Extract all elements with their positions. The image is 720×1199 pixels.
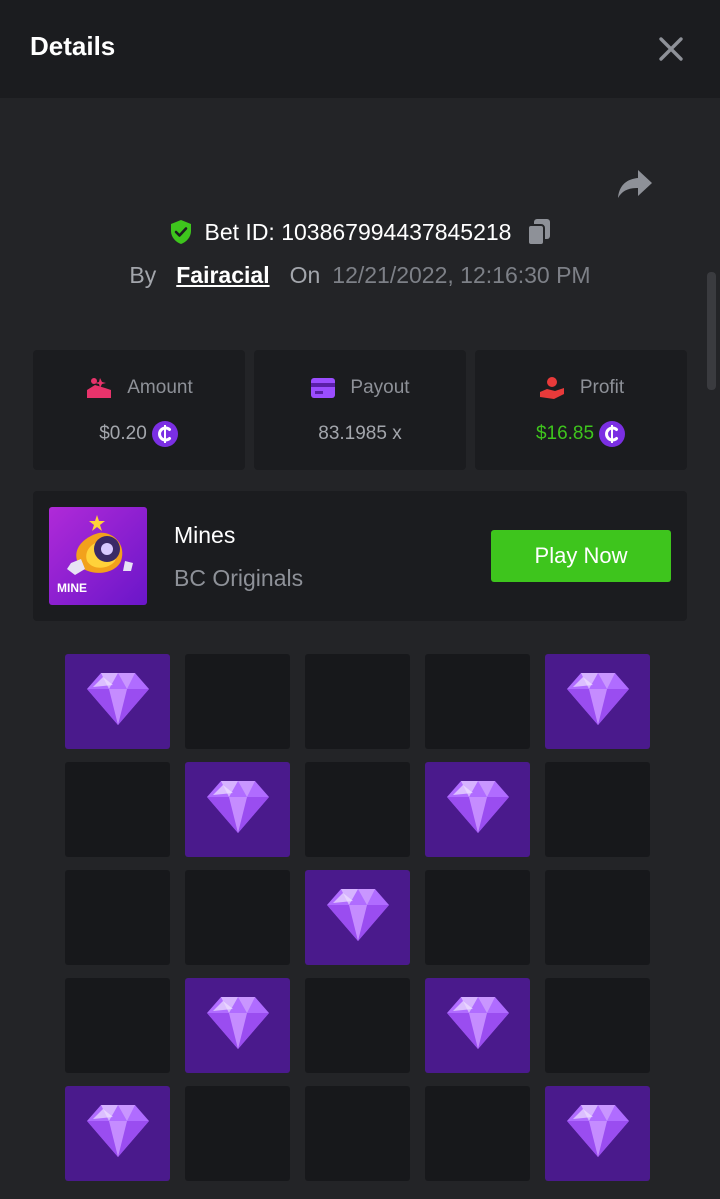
on-label: On (289, 261, 321, 288)
gem-icon (567, 1105, 629, 1157)
close-icon[interactable] (654, 32, 688, 66)
empty-tile (425, 870, 530, 965)
copy-icon[interactable] (525, 217, 553, 247)
empty-tile (305, 1086, 410, 1181)
profit-icon (539, 377, 564, 399)
gem-tile (305, 870, 410, 965)
gem-icon (447, 997, 509, 1049)
empty-tile (185, 654, 290, 749)
bet-id-row: Bet ID: 103867994437845218 (0, 214, 720, 250)
gem-tile (425, 762, 530, 857)
empty-tile (305, 654, 410, 749)
empty-tile (425, 1086, 530, 1181)
empty-tile (305, 978, 410, 1073)
gem-icon (447, 781, 509, 833)
profit-card: Profit $16.85 (475, 350, 687, 470)
gem-tile (185, 762, 290, 857)
gem-tile (545, 654, 650, 749)
empty-tile (545, 870, 650, 965)
gem-tile (545, 1086, 650, 1181)
amount-icon (87, 378, 112, 398)
header: Details (0, 0, 720, 98)
payout-value: 83.1985 x (318, 423, 402, 444)
amount-label: Amount (127, 377, 193, 398)
empty-tile (545, 978, 650, 1073)
profit-value: $16.85 (535, 423, 595, 444)
gem-icon (87, 1105, 149, 1157)
bet-meta-row: By Fairacial On 12/21/2022, 12:16:30 PM (0, 258, 720, 292)
gem-icon (327, 889, 389, 941)
gem-icon (567, 673, 629, 725)
empty-tile (185, 1086, 290, 1181)
bc-coin-icon (599, 421, 626, 447)
gem-icon (207, 997, 269, 1049)
bet-id: Bet ID: 103867994437845218 (204, 218, 512, 245)
empty-tile (425, 654, 530, 749)
username-link[interactable]: Fairacial (176, 262, 269, 289)
payout-card: Payout 83.1985 x (254, 350, 466, 470)
gem-tile (425, 978, 530, 1073)
play-now-button[interactable]: Play Now (491, 530, 671, 582)
empty-tile (65, 978, 170, 1073)
gem-tile (185, 978, 290, 1073)
empty-tile (185, 870, 290, 965)
gem-tile (65, 654, 170, 749)
bet-date: 12/21/2022, 12:16:30 PM (332, 261, 591, 288)
amount-value: $0.20 (99, 423, 147, 444)
bc-coin-icon (151, 421, 178, 447)
amount-card: Amount $0.20 (33, 350, 245, 470)
game-provider: BC Originals (174, 565, 304, 591)
gem-tile (65, 1086, 170, 1181)
game-thumbnail[interactable]: MINE (49, 507, 147, 605)
game-name[interactable]: Mines (174, 522, 235, 549)
empty-tile (65, 762, 170, 857)
profit-label: Profit (579, 377, 625, 398)
thumbnail-label: MINE (57, 581, 87, 595)
empty-tile (545, 762, 650, 857)
empty-tile (65, 870, 170, 965)
by-label: By (129, 261, 157, 288)
game-card: MINE Mines BC Originals Play Now (33, 491, 687, 621)
shield-check-icon (170, 220, 191, 244)
page-title: Details (30, 31, 116, 61)
empty-tile (305, 762, 410, 857)
gem-icon (87, 673, 149, 725)
card-icon (311, 378, 336, 398)
gem-icon (207, 781, 269, 833)
share-icon[interactable] (614, 164, 656, 204)
payout-label: Payout (350, 377, 410, 398)
